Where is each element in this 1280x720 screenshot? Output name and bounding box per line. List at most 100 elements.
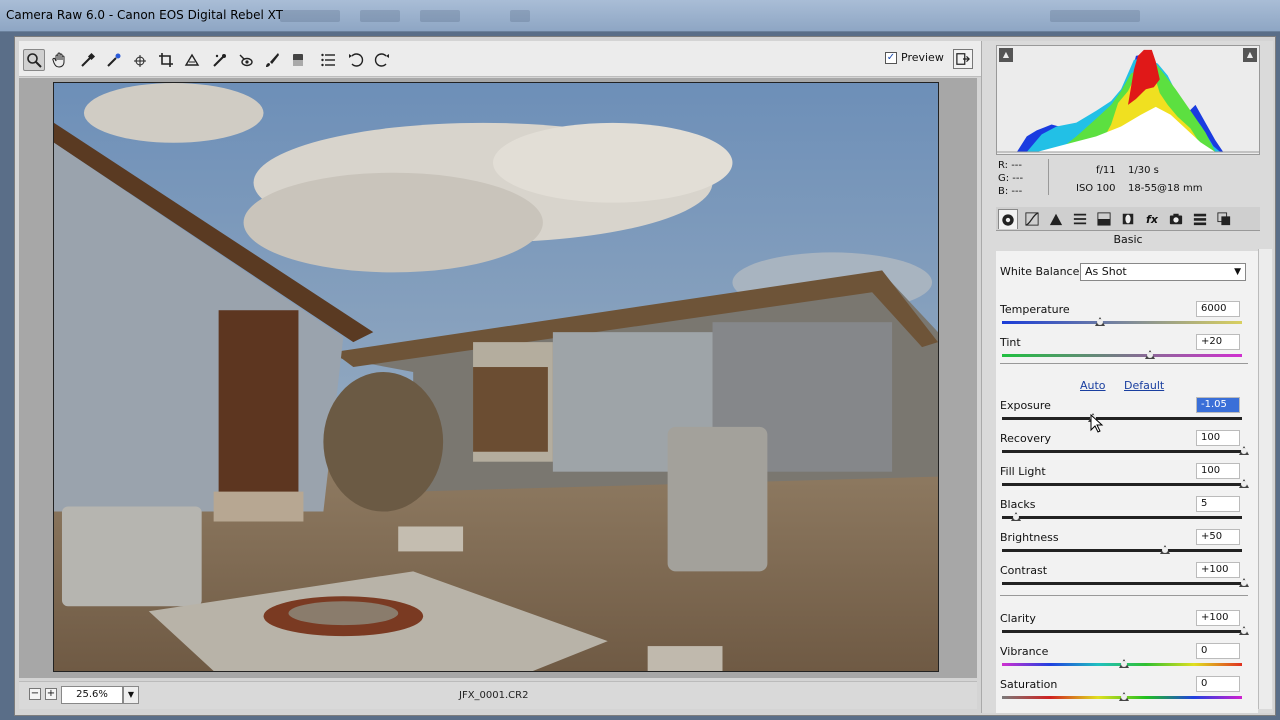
mouse-cursor-icon [1090,414,1104,433]
slider-label: Vibrance [1000,645,1049,658]
preview-checkbox[interactable]: ✓ [885,51,897,64]
tab-detail-icon[interactable] [1046,209,1066,229]
preview-label: Preview [901,51,944,64]
basic-panel: White Balance: As Shot ▼ Auto Default Tem… [996,251,1258,713]
red-eye-removal-icon[interactable] [235,49,257,71]
slider-track[interactable] [1002,450,1242,453]
color-sampler-tool-icon[interactable] [103,49,125,71]
crop-tool-icon[interactable] [155,49,177,71]
slider-thumb[interactable] [1239,578,1249,587]
highlight-clipping-warning-icon[interactable]: ▲ [1243,48,1257,62]
green-readout: G: --- [998,173,1024,184]
slider-thumb[interactable] [1239,626,1249,635]
background-window-element [1050,10,1140,22]
rgb-readout: R: --- G: --- B: --- [998,159,1023,198]
slider-track[interactable] [1002,630,1242,633]
tab-split-toning-icon[interactable] [1094,209,1114,229]
slider-value-field[interactable]: +20 [1196,334,1240,350]
blue-readout: B: --- [998,186,1023,197]
info-divider [1048,159,1049,195]
slider-value-field[interactable]: 100 [1196,430,1240,446]
slider-track[interactable] [1002,417,1242,420]
panel-tabs: fx [996,207,1260,231]
chevron-down-icon: ▼ [1234,267,1241,277]
slider-label: Tint [1000,336,1021,349]
tab-snapshots-icon[interactable] [1214,209,1234,229]
preferences-icon[interactable] [317,49,339,71]
slider-track[interactable] [1002,549,1242,552]
slider-value-field[interactable]: +100 [1196,562,1240,578]
slider-value-field[interactable]: 0 [1196,676,1240,692]
camera-raw-dialog: ✓ Preview − + 25.6% ▼ JFX_0001.CR2 ▲ ▲ R… [14,36,1276,716]
slider-track[interactable] [1002,354,1242,357]
panel-scrollbar[interactable] [1258,249,1272,709]
full-screen-toggle-icon[interactable] [953,49,973,69]
section-divider [1000,363,1248,364]
slider-thumb[interactable] [1159,545,1170,554]
slider-label: Contrast [1000,564,1048,577]
slider-label: Temperature [1000,303,1070,316]
white-balance-value: As Shot [1085,265,1127,278]
background-window-element [420,10,460,22]
tab-basic-icon[interactable] [998,209,1018,229]
aperture: f/11 [1096,165,1116,176]
tab-tone-curve-icon[interactable] [1022,209,1042,229]
rotate-left-icon[interactable] [345,49,367,71]
adjustment-brush-icon[interactable] [261,49,283,71]
slider-value-field[interactable]: 0 [1196,643,1240,659]
slider-track[interactable] [1002,582,1242,585]
slider-thumb[interactable] [1239,479,1249,488]
zoom-in-button[interactable]: + [45,688,57,700]
lens: 18-55@18 mm [1128,183,1203,194]
slider-thumb[interactable] [1095,317,1105,326]
auto-link[interactable]: Auto [1080,379,1106,392]
slider-thumb[interactable] [1239,446,1249,455]
section-divider [1000,595,1248,596]
straighten-tool-icon[interactable] [181,49,203,71]
red-readout: R: --- [998,160,1023,171]
slider-track[interactable] [1002,516,1242,519]
tab-effects-icon[interactable]: fx [1142,209,1162,229]
file-name: JFX_0001.CR2 [459,690,529,701]
zoom-dropdown-button[interactable]: ▼ [123,686,139,704]
preview-toggle[interactable]: ✓ Preview [885,51,944,64]
tab-presets-icon[interactable] [1190,209,1210,229]
default-link[interactable]: Default [1124,379,1164,392]
slider-value-field[interactable]: 5 [1196,496,1240,512]
slider-label: Exposure [1000,399,1051,412]
rotate-right-icon[interactable] [371,49,393,71]
slider-track[interactable] [1002,321,1242,324]
zoom-level-field[interactable]: 25.6% [61,686,123,704]
white-balance-label: White Balance: [1000,265,1084,278]
slider-value-field[interactable]: +50 [1196,529,1240,545]
slider-label: Saturation [1000,678,1058,691]
tab-lens-corrections-icon[interactable] [1118,209,1138,229]
slider-track[interactable] [1002,483,1242,486]
graduated-filter-icon[interactable] [287,49,309,71]
white-balance-tool-icon[interactable] [77,49,99,71]
slider-thumb[interactable] [1145,350,1156,359]
white-balance-select[interactable]: As Shot ▼ [1080,263,1246,281]
histogram: ▲ ▲ [996,45,1260,155]
window-title: Camera Raw 6.0 - Canon EOS Digital Rebel… [6,8,283,22]
photo-preview[interactable] [53,82,939,672]
shadow-clipping-warning-icon[interactable]: ▲ [999,48,1013,62]
background-window-element [360,10,400,22]
slider-value-field[interactable]: 100 [1196,463,1240,479]
zoom-out-button[interactable]: − [29,688,41,700]
slider-label: Recovery [1000,432,1052,445]
image-preview-area[interactable] [19,78,977,678]
slider-thumb[interactable] [1119,692,1129,701]
slider-thumb[interactable] [1119,659,1129,668]
tab-hsl-icon[interactable] [1070,209,1090,229]
slider-value-field[interactable]: 6000 [1196,301,1240,317]
hand-tool-icon[interactable] [49,49,71,71]
background-window-element [280,10,340,22]
slider-value-field[interactable]: +100 [1196,610,1240,626]
slider-value-field[interactable]: -1.05 [1196,397,1240,413]
targeted-adjustment-tool-icon[interactable] [129,49,151,71]
zoom-tool-icon[interactable] [23,49,45,71]
tab-camera-calibration-icon[interactable] [1166,209,1186,229]
spot-removal-icon[interactable] [209,49,231,71]
slider-thumb[interactable] [1011,512,1021,521]
